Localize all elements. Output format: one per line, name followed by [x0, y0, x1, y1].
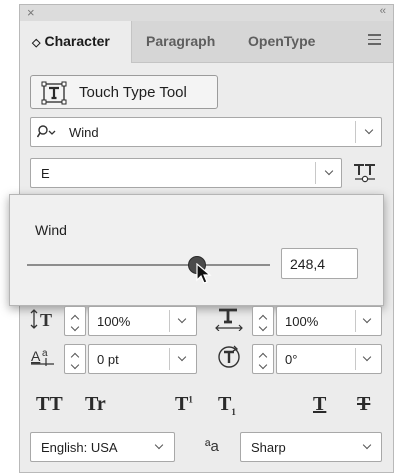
font-family-value: Wind [69, 125, 99, 140]
close-icon[interactable]: × [27, 5, 35, 20]
small-caps-button[interactable]: Tr [85, 393, 106, 416]
tab-paragraph-label: Paragraph [146, 33, 216, 49]
axis-value: 248,4 [290, 256, 326, 272]
antialias-value: Sharp [251, 440, 286, 455]
tab-opentype-label: OpenType [248, 33, 316, 49]
collapse-icon[interactable]: ‹‹ [380, 5, 386, 17]
baseline-shift-field[interactable]: 0 pt [88, 344, 197, 374]
tab-paragraph[interactable]: Paragraph [146, 21, 215, 62]
svg-text:a: a [42, 348, 48, 359]
search-icon [37, 125, 56, 138]
antialias-field[interactable]: Sharp [240, 432, 382, 462]
leading-value: 100% [97, 314, 131, 329]
horizontal-scale-field[interactable]: 100% [276, 306, 382, 336]
leading-stepper[interactable] [64, 306, 86, 336]
svg-text:T: T [40, 310, 52, 330]
leading-icon: T [30, 309, 52, 330]
rotation-field[interactable]: 0° [276, 344, 382, 374]
chevron-down-icon[interactable] [365, 127, 373, 135]
subscript-mark: 1 [231, 407, 236, 417]
baseline-shift-stepper[interactable] [64, 344, 86, 374]
tab-character-label: Character [44, 33, 110, 49]
panel-title-bar[interactable]: × ‹‹ [20, 5, 393, 22]
touch-type-label: Touch Type Tool [79, 84, 187, 101]
chevron-down-icon[interactable] [178, 316, 186, 324]
character-rotation-icon [218, 345, 240, 368]
language-value: English: USA [41, 440, 118, 455]
leading-field[interactable]: 100% [88, 306, 197, 336]
touch-type-tool-button[interactable]: Touch Type Tool [30, 75, 218, 109]
antialias-icon: ªa [205, 438, 219, 455]
tab-character[interactable]: ◇ Character [20, 21, 132, 63]
chevron-down-icon[interactable] [363, 316, 371, 324]
superscript-label: T [175, 393, 189, 415]
panel-menu-icon[interactable] [368, 34, 381, 48]
rotation-stepper[interactable] [252, 344, 274, 374]
touch-type-icon [41, 81, 67, 105]
tab-toggle-icon: ◇ [32, 37, 41, 49]
axis-label: Wind [35, 222, 67, 238]
language-field[interactable]: English: USA [30, 432, 175, 462]
chevron-down-icon[interactable] [325, 168, 333, 176]
axis-value-field[interactable]: 248,4 [281, 248, 358, 279]
horizontal-scale-value: 100% [285, 314, 319, 329]
chevron-down-icon[interactable] [178, 354, 186, 362]
vertical-scale-icon [215, 308, 243, 331]
panel-tabs: ◇ Character Paragraph OpenType [20, 21, 393, 63]
svg-text:A: A [31, 348, 41, 364]
rotation-value: 0° [285, 352, 298, 367]
underline-button[interactable]: T [313, 393, 326, 416]
all-caps-button[interactable]: TT [36, 393, 63, 416]
mouse-cursor-icon [196, 263, 212, 284]
font-style-field[interactable]: E [30, 158, 342, 188]
baseline-shift-icon: A a [31, 348, 54, 366]
chevron-down-icon[interactable] [155, 442, 163, 450]
baseline-shift-value: 0 pt [97, 352, 119, 367]
horizontal-scale-stepper[interactable] [252, 306, 274, 336]
axis-slider-track[interactable] [27, 264, 270, 266]
superscript-button[interactable]: T1 [175, 393, 193, 416]
font-style-value: E [41, 166, 50, 181]
variable-font-icon[interactable] [353, 163, 377, 185]
subscript-button[interactable]: T1 [218, 393, 236, 417]
font-family-field[interactable]: Wind [30, 117, 382, 147]
chevron-down-icon[interactable] [363, 354, 371, 362]
chevron-down-icon[interactable] [363, 442, 371, 450]
subscript-label: T [218, 393, 232, 415]
superscript-mark: 1 [188, 394, 193, 405]
strikethrough-button[interactable]: T [357, 393, 370, 416]
tab-opentype[interactable]: OpenType [248, 21, 315, 62]
